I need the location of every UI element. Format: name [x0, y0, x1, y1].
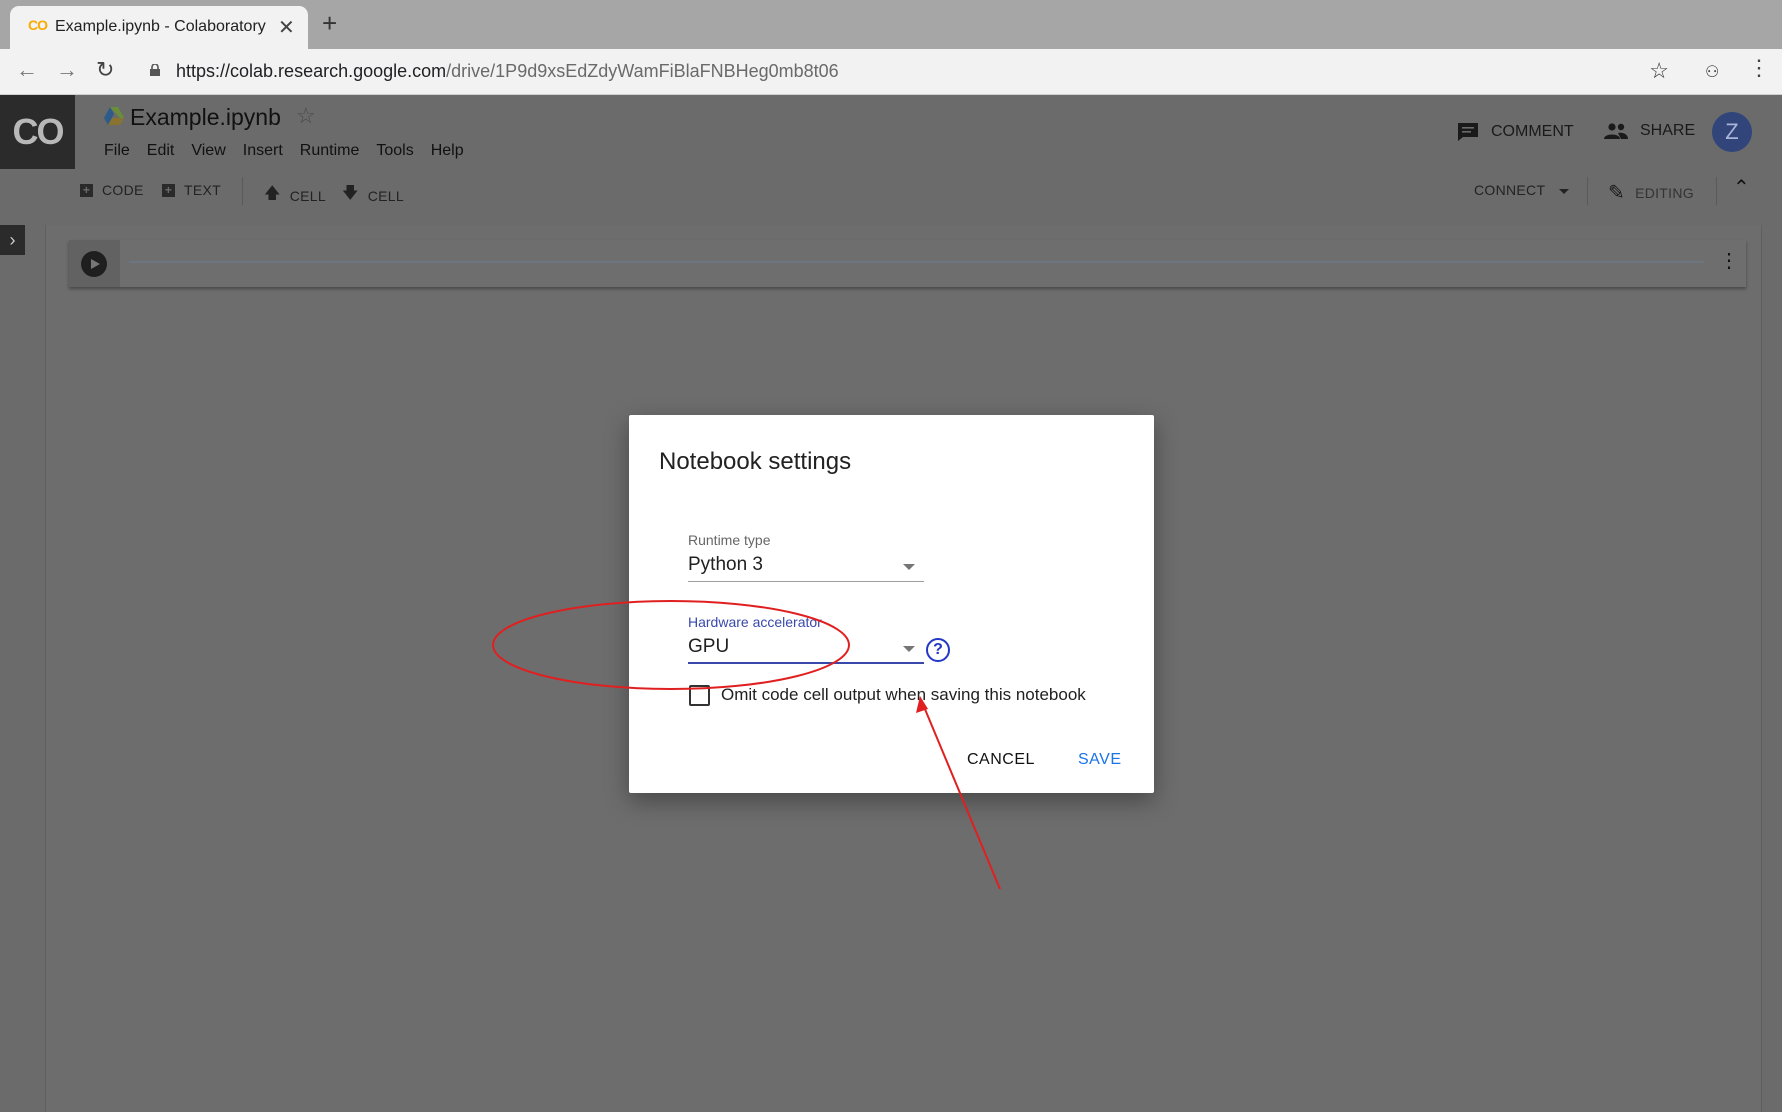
- browser-tab[interactable]: CO Example.ipynb - Colaboratory ✕: [10, 6, 308, 49]
- google-drive-icon: [104, 107, 124, 125]
- add-text-button[interactable]: + TEXT: [162, 182, 221, 198]
- cell-menu-icon[interactable]: ⋮: [1719, 251, 1739, 271]
- sidebar-toggle-icon[interactable]: ›: [0, 225, 25, 255]
- incognito-icon[interactable]: ⚇: [1705, 62, 1719, 82]
- menu-edit[interactable]: Edit: [147, 142, 175, 160]
- cell-gutter: [69, 240, 120, 287]
- hardware-accelerator-value: GPU: [688, 636, 730, 657]
- connect-button[interactable]: CONNECT: [1474, 182, 1570, 198]
- code-cell[interactable]: ⋮: [69, 240, 1746, 287]
- hardware-accelerator-select[interactable]: GPU: [688, 634, 924, 664]
- comment-icon: [1458, 123, 1478, 141]
- add-text-label: TEXT: [184, 182, 221, 198]
- add-code-label: CODE: [102, 182, 144, 198]
- pencil-icon: ✎: [1608, 182, 1626, 204]
- save-button[interactable]: SAVE: [1078, 751, 1122, 769]
- comment-button[interactable]: COMMENT: [1457, 122, 1574, 142]
- chevron-down-icon: [1559, 188, 1570, 194]
- runtime-type-select[interactable]: Python 3: [688, 552, 924, 582]
- lock-icon: [150, 64, 160, 76]
- dropdown-arrow-icon: [903, 564, 915, 570]
- editing-mode-button[interactable]: ✎ EDITING: [1608, 180, 1694, 205]
- url-text: https://colab.research.google.com/drive/…: [176, 61, 839, 82]
- bookmark-star-icon[interactable]: ☆: [1649, 58, 1669, 84]
- toolbar-divider: [242, 177, 243, 205]
- hardware-accelerator-label: Hardware accelerator: [688, 614, 822, 630]
- browser-address-bar: ← → ↻ https://colab.research.google.com/…: [0, 49, 1782, 95]
- move-cell-up-button[interactable]: 🡅 CELL: [264, 182, 326, 209]
- cancel-button[interactable]: CANCEL: [967, 751, 1035, 769]
- run-cell-icon[interactable]: [81, 251, 107, 277]
- dialog-title: Notebook settings: [659, 448, 852, 475]
- dropdown-arrow-icon: [903, 646, 915, 652]
- notebook-toolbar: + CODE + TEXT 🡅 CELL 🡇 CELL CONNECT ✎ ED…: [0, 169, 1782, 213]
- toolbar-divider: [1716, 177, 1717, 205]
- comment-label: COMMENT: [1491, 123, 1574, 140]
- move-cell-down-label: CELL: [367, 187, 404, 204]
- new-tab-icon[interactable]: +: [322, 10, 337, 36]
- browser-tab-bar: CO Example.ipynb - Colaboratory ✕ +: [0, 0, 1782, 49]
- menu-tools[interactable]: Tools: [376, 142, 413, 160]
- menu-file[interactable]: File: [104, 142, 130, 160]
- forward-arrow-icon[interactable]: →: [56, 59, 78, 81]
- colab-logo[interactable]: CO: [0, 95, 75, 169]
- back-arrow-icon[interactable]: ←: [16, 59, 38, 81]
- avatar[interactable]: Z: [1712, 112, 1752, 152]
- menu-bar: File Edit View Insert Runtime Tools Help: [104, 142, 464, 160]
- url-host: https://colab.research.google.com: [176, 61, 447, 81]
- colab-favicon-icon: CO: [28, 17, 48, 33]
- notebook-settings-dialog: Notebook settings Runtime type Python 3 …: [629, 415, 1154, 793]
- share-button[interactable]: SHARE: [1604, 122, 1695, 140]
- menu-insert[interactable]: Insert: [243, 142, 283, 160]
- close-tab-icon[interactable]: ✕: [278, 15, 295, 40]
- reload-icon[interactable]: ↻: [96, 59, 114, 81]
- url-path: /drive/1P9d9xsEdZdyWamFiBlaFNBHeg0mb8t06: [446, 61, 839, 81]
- arrow-down-icon: 🡇: [342, 185, 359, 202]
- plus-icon: +: [162, 183, 175, 197]
- toolbar-divider: [1587, 177, 1588, 205]
- add-code-button[interactable]: + CODE: [80, 182, 144, 198]
- move-cell-down-button[interactable]: 🡇 CELL: [342, 182, 404, 209]
- share-label: SHARE: [1640, 122, 1696, 139]
- collapse-header-icon[interactable]: ⌃: [1733, 175, 1750, 200]
- runtime-type-label: Runtime type: [688, 532, 771, 548]
- omit-output-label[interactable]: Omit code cell output when saving this n…: [721, 685, 1086, 705]
- people-icon: [1604, 123, 1628, 139]
- move-cell-up-label: CELL: [289, 187, 326, 204]
- runtime-type-value: Python 3: [688, 554, 763, 575]
- url-field[interactable]: https://colab.research.google.com/drive/…: [138, 54, 1675, 88]
- menu-view[interactable]: View: [191, 142, 225, 160]
- menu-help[interactable]: Help: [431, 142, 464, 160]
- notebook-title[interactable]: Example.ipynb: [130, 104, 281, 131]
- plus-icon: +: [80, 183, 93, 197]
- star-notebook-icon[interactable]: ☆: [296, 103, 316, 129]
- editing-label: EDITING: [1635, 184, 1694, 201]
- tab-title: Example.ipynb - Colaboratory: [55, 18, 266, 35]
- menu-runtime[interactable]: Runtime: [300, 142, 360, 160]
- browser-menu-icon[interactable]: ⋮: [1748, 57, 1770, 79]
- help-icon[interactable]: ?: [926, 638, 950, 662]
- omit-output-checkbox[interactable]: [689, 685, 710, 706]
- connect-label: CONNECT: [1474, 182, 1546, 198]
- arrow-up-icon: 🡅: [264, 185, 281, 202]
- cell-editor[interactable]: [129, 261, 1704, 263]
